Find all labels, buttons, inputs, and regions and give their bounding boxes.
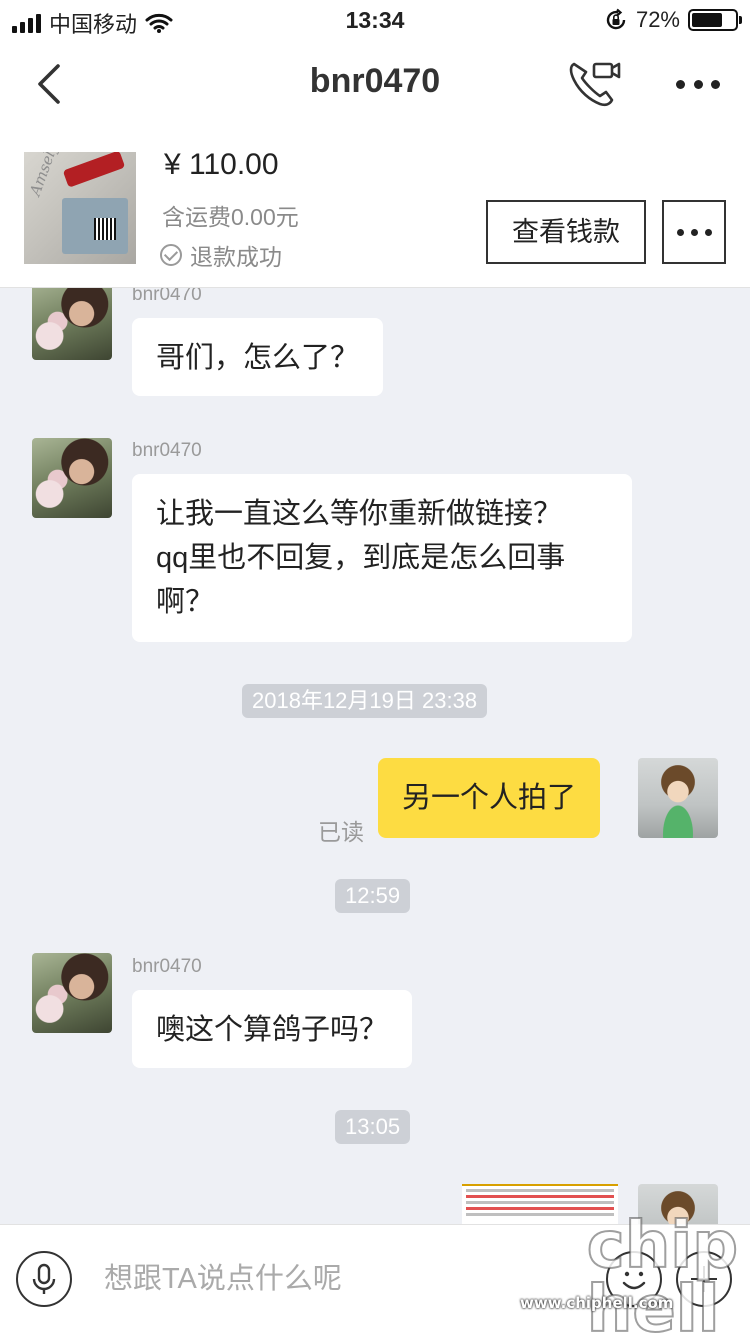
refund-status: 退款成功 — [160, 238, 282, 272]
message-line: qq里也不回复，到底是怎么回事 — [156, 542, 566, 574]
check-circle-icon — [160, 244, 182, 266]
chat-area[interactable]: bnr0470 哥们，怎么了？ bnr0470 让我一直这么等你重新做链接？ q… — [0, 288, 750, 1224]
contact-avatar[interactable] — [32, 438, 112, 518]
message-line: 让我一直这么等你重新做链接？ — [156, 498, 563, 530]
message-line: 啊？ — [156, 586, 215, 618]
my-avatar[interactable] — [638, 1184, 718, 1224]
plus-icon[interactable] — [676, 1251, 732, 1307]
more-icon[interactable] — [670, 66, 726, 102]
chat-title: bnr0470 — [309, 62, 441, 100]
refund-status-label: 退款成功 — [190, 244, 282, 270]
order-price: ¥ 110.00 — [164, 148, 279, 181]
message-bubble-incoming[interactable]: 哥们，怎么了？ — [132, 318, 384, 396]
battery-percent: 72% — [635, 7, 680, 32]
time-divider: 2018年12月19日 23:38 — [242, 684, 488, 718]
product-image[interactable]: Amsely — [24, 152, 136, 264]
time-divider: 12:59 — [335, 879, 411, 913]
status-bar: 中国移动 13:34 72% — [0, 0, 750, 40]
message-bubble-outgoing[interactable]: 另一个人拍了 — [378, 758, 601, 838]
product-image-signature: Amsely — [26, 152, 62, 199]
message-bubble-incoming[interactable]: 让我一直这么等你重新做链接？ qq里也不回复，到底是怎么回事 啊？ — [132, 474, 632, 642]
time-divider: 13:05 — [335, 1110, 411, 1144]
contact-avatar[interactable] — [32, 953, 112, 1033]
microphone-icon[interactable] — [16, 1251, 72, 1307]
message-input[interactable] — [104, 1259, 564, 1299]
message-image-outgoing[interactable] — [462, 1184, 618, 1224]
input-bar — [0, 1224, 750, 1334]
my-avatar[interactable] — [638, 758, 718, 838]
sender-name: bnr0470 — [132, 288, 202, 305]
battery-fill — [692, 13, 723, 27]
video-call-icon[interactable] — [566, 58, 622, 110]
read-receipt: 已读 — [318, 819, 364, 845]
battery-icon — [688, 9, 742, 31]
nav-bar: bnr0470 — [0, 40, 750, 128]
order-card: Amsely ¥ 110.00 含运费0.00元 退款成功 查看钱款 — [0, 128, 750, 288]
emoji-icon[interactable] — [606, 1251, 662, 1307]
rotation-lock-icon — [606, 8, 626, 30]
message-bubble-incoming[interactable]: 噢这个算鸽子吗？ — [132, 990, 413, 1068]
order-more-button[interactable] — [662, 200, 726, 264]
view-money-button[interactable]: 查看钱款 — [486, 200, 646, 264]
sender-name: bnr0470 — [132, 440, 202, 461]
order-shipping: 含运费0.00元 — [162, 204, 299, 230]
sender-name: bnr0470 — [132, 956, 202, 977]
contact-avatar[interactable] — [32, 288, 112, 360]
